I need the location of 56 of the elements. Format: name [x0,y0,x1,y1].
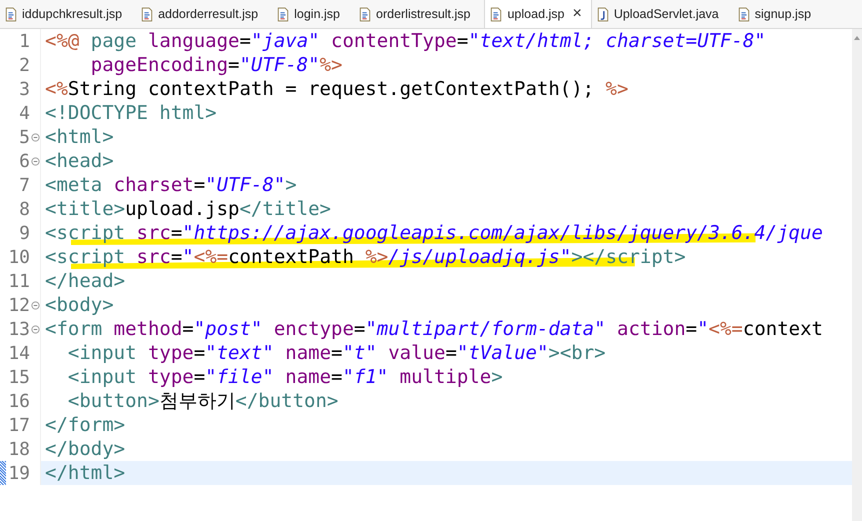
code-line: <%String contextPath = request.getContextPath(); %> [45,78,628,100]
line-number: 8 [18,198,30,220]
fold-toggle-icon[interactable] [30,132,40,142]
java-file-icon [596,6,609,22]
line-number: 4 [18,102,30,124]
line-number: 5 [18,126,30,148]
close-tab-button[interactable]: × [569,5,585,23]
editor-tab[interactable]: upload.jsp × [484,0,592,28]
code-line: <input type="text" name="t" value="tValue"><br> [66,342,606,364]
code-line: <html> [45,126,114,148]
editor-tab[interactable]: UploadServlet.java [592,0,733,28]
line-number: 1 [18,30,30,52]
code-line: </head> [45,270,126,292]
line-number: 19 [7,462,30,484]
line-number: 18 [7,438,30,460]
line-number: 3 [18,78,30,100]
line-number: 12 [7,294,30,316]
fold-toggle-icon[interactable] [30,324,40,334]
code-line: <button>첨부하기</button> [66,389,338,414]
line-number: 16 [7,390,30,412]
fold-toggle-icon[interactable] [30,300,40,310]
code-line: <head> [45,150,114,172]
vertical-scrollbar[interactable] [852,29,862,521]
editor-tab[interactable]: orderlistresult.jsp [354,0,484,28]
code-line: pageEncoding="UTF-8"%> [90,54,342,76]
code-line: <title>upload.jsp</title> [45,198,331,220]
line-number: 17 [7,414,30,436]
line-number: 7 [18,174,30,196]
jsp-file-icon [359,6,371,22]
code-line: </html> [45,462,126,484]
jsp-file-icon [141,6,154,22]
editor-tab[interactable]: iddupchkresult.jsp [0,0,136,28]
line-number: 6 [18,150,30,172]
line-number: 2 [18,54,30,76]
code-line: <input type="file" name="f1" multiple> [66,366,503,388]
line-number: 13 [7,318,30,340]
line-number: 11 [7,270,30,292]
line-number: 14 [7,342,30,364]
jsp-file-icon [738,6,750,22]
code-line: <meta charset="UTF-8"> [45,174,297,196]
code-line: </body> [45,438,126,460]
line-number: 10 [7,246,30,268]
jsp-file-icon [277,6,290,22]
line-number: 9 [18,222,30,244]
editor-tab[interactable]: signup.jsp [732,0,826,28]
jsp-file-icon [5,6,17,22]
code-line: <%@ page language="java" contentType="text/html; charset=UTF-8" [45,30,766,52]
line-number: 15 [7,366,30,388]
editor-tab[interactable]: addorderresult.jsp [136,0,272,28]
code-line: <!DOCTYPE html> [45,102,217,124]
code-line: <form method="post" enctype="multipart/form-data" action="<%=context [45,318,823,340]
jsp-file-icon [490,6,502,22]
editor-tab[interactable]: login.jsp [272,0,354,28]
code-line: <body> [45,294,114,316]
fold-toggle-icon[interactable] [30,156,40,166]
code-line: </form> [45,414,126,436]
